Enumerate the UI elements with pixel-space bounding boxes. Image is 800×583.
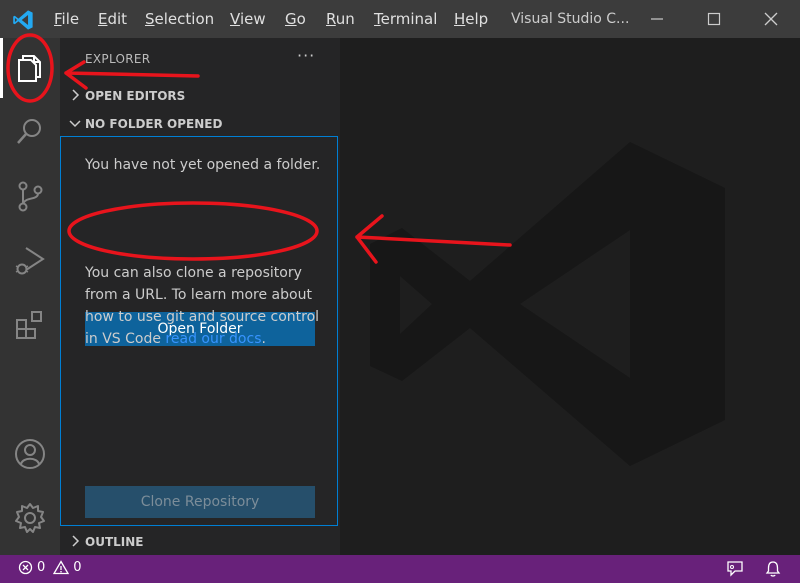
error-icon	[18, 560, 33, 575]
more-actions-icon[interactable]: ···	[297, 46, 315, 65]
title-bar: File Edit Selection View Go Run Terminal…	[0, 0, 800, 38]
accounts-icon[interactable]	[12, 436, 48, 472]
section-label: OUTLINE	[85, 535, 144, 549]
clone-repository-button[interactable]: Clone Repository	[85, 486, 315, 518]
chevron-down-icon	[69, 120, 81, 128]
no-folder-panel: You have not yet opened a folder. Open F…	[60, 136, 338, 526]
explorer-title: EXPLORER	[85, 52, 151, 66]
minimize-button[interactable]	[633, 0, 681, 38]
section-no-folder-opened[interactable]: NO FOLDER OPENED	[60, 112, 340, 136]
section-label: OPEN EDITORS	[85, 89, 186, 103]
maximize-button[interactable]	[690, 0, 738, 38]
menu-view[interactable]: View	[230, 10, 266, 29]
active-view-indicator	[0, 38, 3, 98]
menu-go[interactable]: Go	[285, 10, 306, 29]
no-folder-message: You have not yet opened a folder.	[85, 157, 321, 173]
clone-message: You can also clone a repository from a U…	[85, 265, 320, 347]
warning-count: 0	[73, 560, 82, 575]
close-icon	[764, 12, 778, 26]
problems-indicator[interactable]: 0 0	[18, 560, 82, 575]
section-outline[interactable]: OUTLINE	[60, 530, 340, 554]
explorer-icon[interactable]	[12, 50, 48, 86]
maximize-icon	[707, 12, 721, 26]
chevron-right-icon	[72, 535, 80, 547]
menu-run[interactable]: Run	[326, 10, 355, 29]
close-button[interactable]	[747, 0, 795, 38]
menu-edit[interactable]: Edit	[98, 10, 127, 29]
read-docs-link[interactable]: read our docs	[165, 331, 261, 347]
vscode-watermark-icon	[370, 142, 725, 466]
search-icon[interactable]	[12, 114, 48, 150]
menu-file[interactable]: File	[54, 10, 79, 29]
status-bar: 0 0	[0, 555, 800, 583]
minimize-icon	[651, 18, 663, 20]
manage-gear-icon[interactable]	[12, 500, 48, 536]
error-count: 0	[37, 560, 46, 575]
extensions-icon[interactable]	[12, 306, 48, 342]
menu-terminal[interactable]: Terminal	[374, 10, 437, 29]
section-open-editors[interactable]: OPEN EDITORS	[60, 84, 340, 108]
editor-area	[340, 38, 800, 555]
run-debug-icon[interactable]	[12, 242, 48, 278]
window-title: Visual Studio C...	[511, 11, 630, 27]
section-label: NO FOLDER OPENED	[85, 117, 223, 131]
notifications-bell-icon[interactable]	[764, 560, 782, 578]
feedback-icon[interactable]	[726, 560, 744, 578]
source-control-icon[interactable]	[12, 178, 48, 214]
vscode-logo-icon	[13, 10, 33, 30]
menu-selection[interactable]: Selection	[145, 10, 214, 29]
menu-help[interactable]: Help	[454, 10, 488, 29]
explorer-sidebar: EXPLORER ··· OPEN EDITORS NO FOLDER OPEN…	[60, 38, 340, 555]
chevron-right-icon	[72, 89, 80, 101]
warning-icon	[53, 560, 70, 575]
